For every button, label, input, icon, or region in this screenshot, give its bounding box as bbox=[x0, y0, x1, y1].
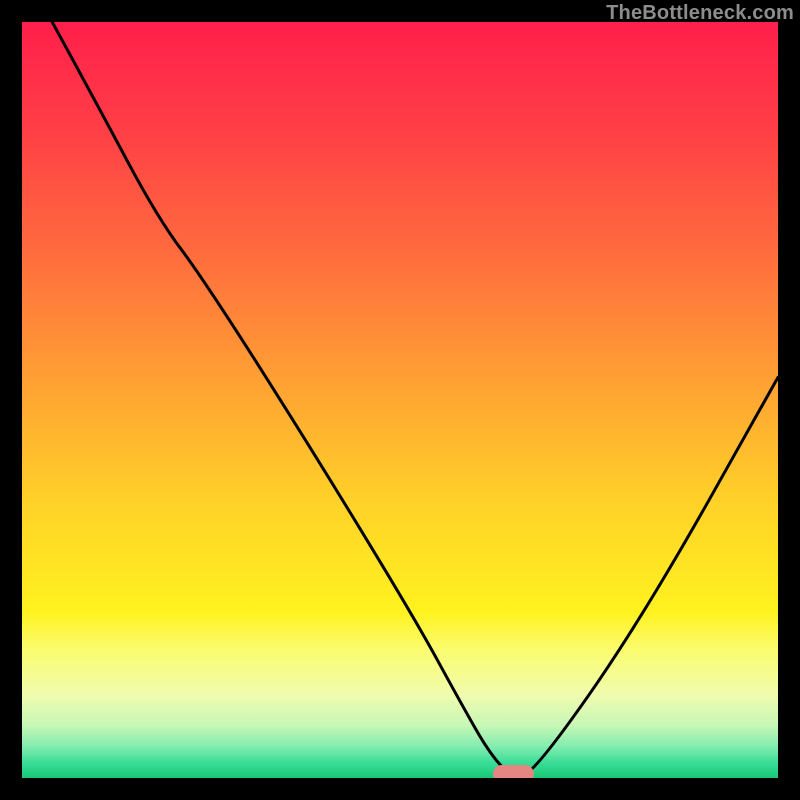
plot-area bbox=[22, 22, 778, 778]
watermark-text: TheBottleneck.com bbox=[606, 2, 794, 25]
bottleneck-gradient bbox=[22, 22, 778, 778]
chart-frame: TheBottleneck.com bbox=[0, 0, 800, 800]
